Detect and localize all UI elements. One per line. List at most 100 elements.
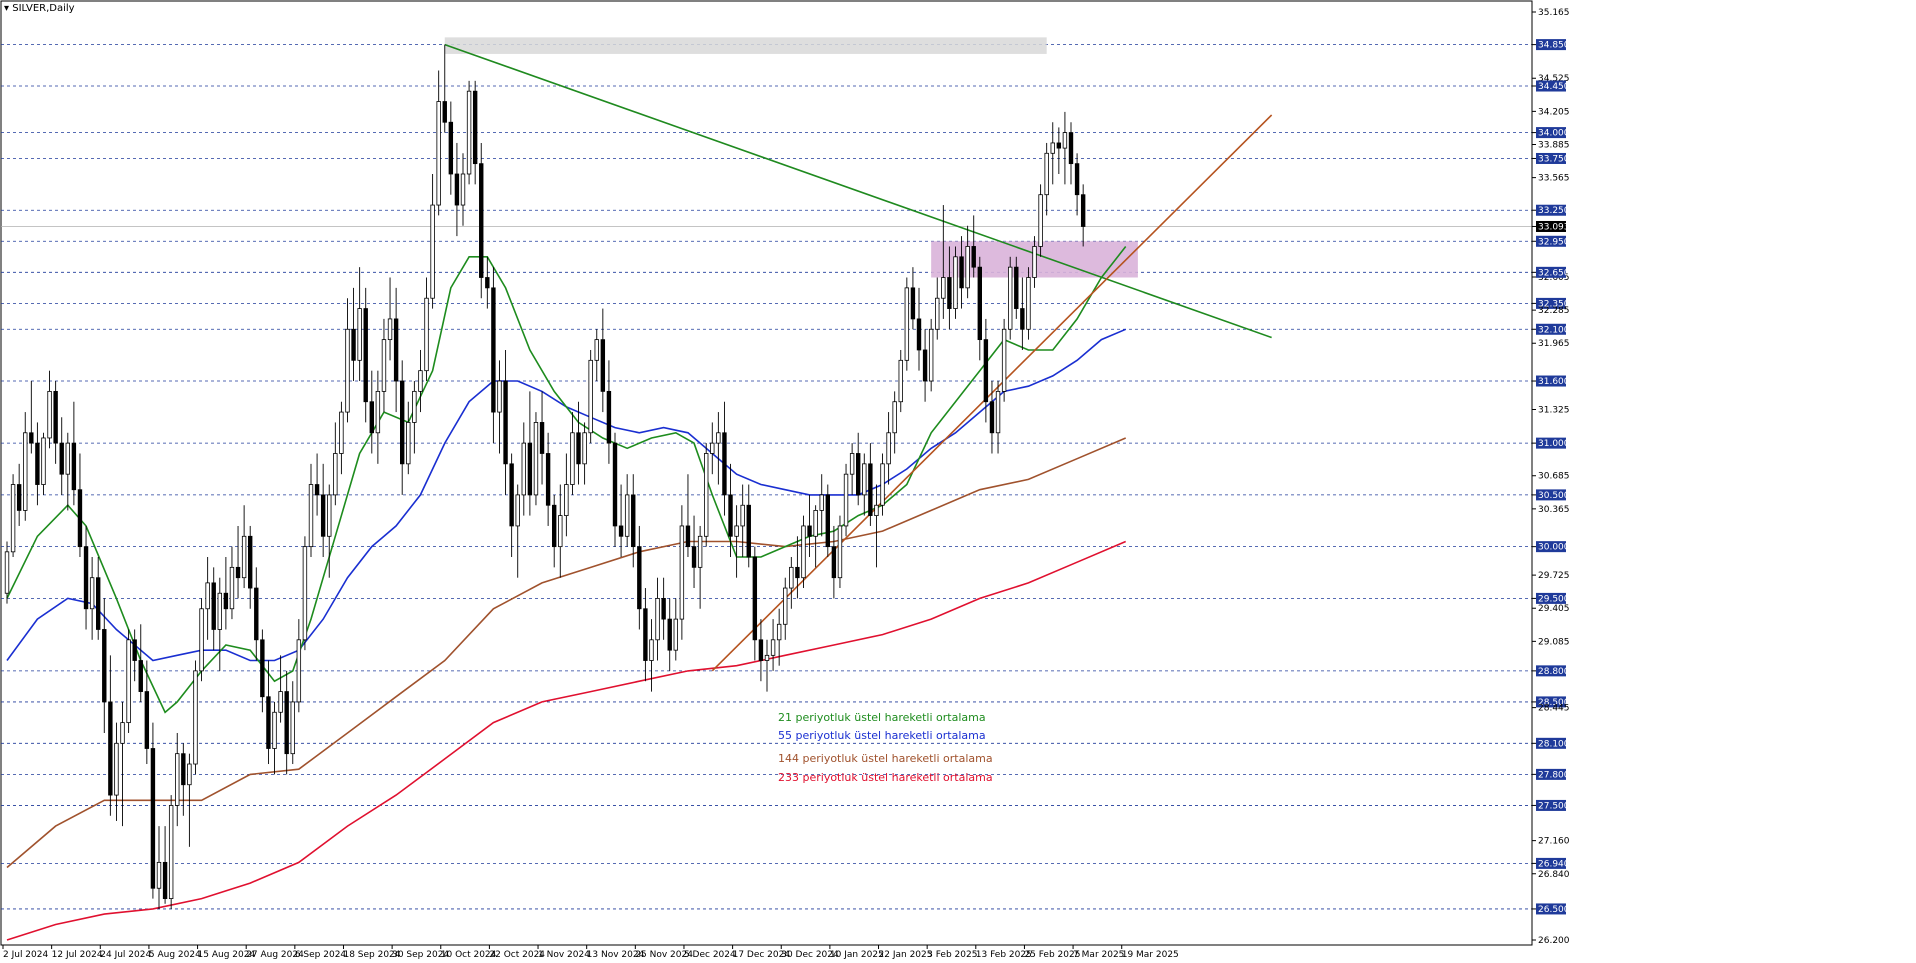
candle-body bbox=[369, 401, 374, 434]
candle-body bbox=[302, 546, 308, 641]
candle-body bbox=[661, 598, 666, 620]
candle bbox=[704, 443, 709, 547]
candle-body bbox=[910, 287, 916, 320]
x-tick-label: 5 Dec 2024 bbox=[684, 950, 736, 960]
candle bbox=[533, 412, 539, 506]
candle-body bbox=[691, 546, 697, 568]
candle-body bbox=[351, 328, 356, 361]
candle-body bbox=[102, 629, 107, 703]
candle-body bbox=[874, 504, 879, 516]
candle-body bbox=[922, 349, 928, 382]
candle-body bbox=[770, 639, 776, 656]
candle-body bbox=[758, 639, 764, 661]
candle-body bbox=[83, 546, 89, 610]
candle-body bbox=[928, 328, 934, 382]
candle-body bbox=[618, 525, 624, 537]
candle-body bbox=[509, 463, 514, 527]
y-tick-label: 30.685 bbox=[1538, 472, 1570, 482]
x-tick-label: 5 Aug 2024 bbox=[149, 950, 201, 960]
candle-body bbox=[296, 639, 302, 703]
candle-body bbox=[466, 90, 472, 175]
candle bbox=[466, 80, 472, 185]
y-tick-label: 32.950 bbox=[1538, 237, 1570, 247]
candle-body bbox=[223, 592, 229, 610]
candle-body bbox=[959, 256, 964, 289]
y-tick-label: 26.840 bbox=[1538, 870, 1570, 880]
candle-body bbox=[795, 566, 800, 579]
y-tick-label: 34.205 bbox=[1538, 107, 1570, 117]
candle-body bbox=[977, 266, 982, 341]
candle-body bbox=[187, 763, 192, 786]
candle bbox=[588, 349, 593, 444]
y-tick-label: 31.000 bbox=[1538, 439, 1570, 449]
candle-body bbox=[485, 277, 490, 289]
candle-body bbox=[1044, 152, 1049, 196]
x-tick-label: 22 Oct 2024 bbox=[489, 950, 545, 960]
candle-body bbox=[412, 390, 417, 423]
candle-body bbox=[339, 411, 344, 454]
candle-body bbox=[643, 608, 648, 661]
candle-body bbox=[284, 691, 289, 755]
candle-body bbox=[734, 525, 739, 537]
candle-body bbox=[576, 432, 581, 465]
candle-body bbox=[1008, 266, 1013, 330]
y-tick-label: 29.725 bbox=[1538, 571, 1570, 581]
candle-body bbox=[491, 287, 496, 413]
candle-body bbox=[1038, 194, 1043, 247]
candle bbox=[1008, 256, 1013, 340]
chart-title: ▾ SILVER,Daily bbox=[4, 3, 75, 14]
candle-body bbox=[138, 660, 143, 692]
legend-entry: 55 periyotluk üstel hareketli ortalama bbox=[778, 729, 986, 742]
candle-body bbox=[521, 442, 526, 496]
candle-body bbox=[23, 432, 28, 511]
candle bbox=[953, 246, 958, 319]
candle-body bbox=[108, 701, 113, 796]
candle-body bbox=[53, 390, 58, 444]
candle-body bbox=[333, 453, 338, 496]
y-tick-label: 29.500 bbox=[1538, 594, 1570, 604]
candle-body bbox=[722, 432, 727, 496]
candle-body bbox=[65, 442, 70, 475]
candle-body bbox=[1074, 163, 1080, 196]
x-tick-label: 25 Feb 2025 bbox=[1024, 950, 1080, 960]
candle-body bbox=[637, 546, 642, 610]
candle-body bbox=[1026, 277, 1031, 330]
candle bbox=[1026, 267, 1031, 340]
candle-body bbox=[266, 696, 271, 749]
candle-body bbox=[740, 504, 745, 527]
candle-body bbox=[594, 339, 599, 361]
candle-body bbox=[631, 494, 636, 548]
y-tick-label: 35.165 bbox=[1538, 8, 1570, 18]
y-tick-label: 28.100 bbox=[1538, 739, 1570, 749]
y-tick-label: 33.250 bbox=[1538, 206, 1570, 216]
x-tick-label: 10 Jan 2025 bbox=[830, 950, 884, 960]
y-tick-label: 26.200 bbox=[1538, 936, 1570, 946]
price-chart[interactable]: 35.16534.85034.52534.45034.20534.00033.8… bbox=[0, 0, 1916, 963]
candle bbox=[928, 318, 934, 392]
candle-body bbox=[539, 422, 545, 454]
candle-body bbox=[1014, 266, 1019, 309]
candle-body bbox=[436, 101, 441, 206]
resistance-zone bbox=[444, 37, 1047, 54]
candle-body bbox=[649, 639, 654, 661]
candle bbox=[843, 463, 849, 537]
candle-body bbox=[837, 525, 843, 579]
candle-body bbox=[181, 753, 186, 786]
candle-body bbox=[1050, 142, 1055, 154]
candle-body bbox=[4, 551, 10, 594]
title-triangle-icon: ▾ bbox=[4, 3, 10, 14]
candle-body bbox=[205, 582, 210, 610]
x-tick-label: 2 Jul 2024 bbox=[3, 950, 48, 960]
candle-body bbox=[472, 90, 478, 165]
candle-body bbox=[527, 442, 533, 496]
candle bbox=[837, 515, 843, 589]
candle-body bbox=[789, 566, 794, 589]
candle-body bbox=[393, 318, 399, 382]
y-tick-label: 27.160 bbox=[1538, 837, 1570, 847]
y-tick-label: 28.800 bbox=[1538, 667, 1570, 677]
legend-entry: 233 periyotluk üstel hareketli ortalama bbox=[778, 771, 993, 784]
candle-body bbox=[399, 380, 405, 465]
candle-body bbox=[552, 504, 557, 548]
y-tick-label: 27.800 bbox=[1538, 770, 1570, 780]
candle-body bbox=[96, 577, 101, 630]
